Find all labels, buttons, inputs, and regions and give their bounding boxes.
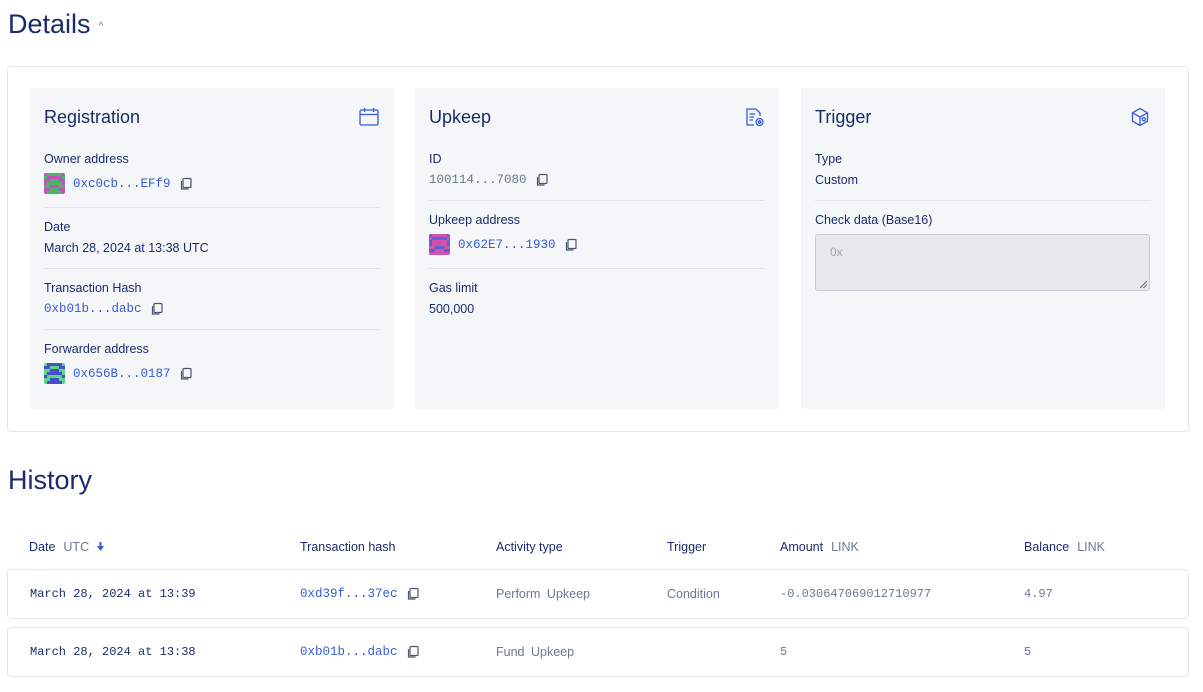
details-title: Details: [8, 9, 91, 39]
transaction-hash-link[interactable]: 0xb01b...dabc: [44, 302, 142, 316]
details-section-header[interactable]: Details ^: [8, 9, 103, 40]
owner-avatar: [44, 173, 65, 194]
column-date-unit: UTC: [63, 540, 90, 554]
copy-icon[interactable]: [179, 367, 193, 381]
check-data-textarea[interactable]: 0x: [815, 234, 1150, 291]
row-hash-cell: 0xd39f...37ec: [300, 570, 420, 618]
forwarder-address-link[interactable]: 0x656B...0187: [73, 367, 171, 381]
column-transaction-hash: Transaction hash: [300, 540, 395, 554]
row-hash-cell: 0xb01b...dabc: [300, 628, 420, 676]
column-trigger: Trigger: [667, 540, 706, 554]
upkeep-title: Upkeep: [429, 106, 492, 127]
upkeep-id-value: 100114...7080: [429, 173, 527, 187]
row-activity-type: Fund Upkeep: [496, 645, 575, 659]
resize-handle-icon[interactable]: [1139, 280, 1147, 288]
check-data-field: Check data (Base16) 0x: [815, 201, 1151, 304]
history-title: History: [8, 465, 93, 495]
row-balance: 4.97: [1024, 587, 1053, 601]
table-row: March 28, 2024 at 13:38 0xb01b...dabc Fu…: [7, 627, 1189, 677]
column-trigger-label: Trigger: [667, 540, 707, 554]
upkeep-address-label: Upkeep address: [429, 213, 521, 227]
column-activity-type-label: Activity type: [496, 540, 563, 554]
calendar-icon: [358, 106, 380, 128]
column-activity-type: Activity type: [496, 540, 563, 554]
row-date: March 28, 2024 at 13:39: [30, 587, 196, 601]
trigger-title: Trigger: [815, 106, 872, 127]
column-date-label: Date: [29, 540, 56, 554]
registration-card: Registration Owner address 0xc0cb...EFf9…: [30, 88, 394, 409]
upkeep-avatar: [429, 234, 450, 255]
chevron-up-icon[interactable]: ^: [99, 21, 104, 32]
column-amount-unit: LINK: [831, 540, 859, 554]
upkeep-id-field: ID 100114...7080: [429, 140, 765, 201]
sort-descending-icon[interactable]: [97, 541, 105, 553]
trigger-type-value: Custom: [815, 173, 859, 187]
gas-limit-value: 500,000: [429, 302, 475, 316]
copy-icon[interactable]: [150, 302, 164, 316]
owner-address-link[interactable]: 0xc0cb...EFf9: [73, 177, 171, 191]
check-data-label: Check data (Base16): [815, 213, 933, 227]
document-settings-icon: [743, 106, 765, 128]
trigger-type-label: Type: [815, 152, 843, 166]
upkeep-address-link[interactable]: 0x62E7...1930: [458, 238, 556, 252]
transaction-hash-field: Transaction Hash 0xb01b...dabc: [44, 269, 380, 330]
check-data-placeholder: 0x: [830, 245, 843, 259]
row-trigger: Condition: [667, 587, 720, 601]
gas-limit-label: Gas limit: [429, 281, 478, 295]
transaction-hash-label: Transaction Hash: [44, 281, 142, 295]
row-date: March 28, 2024 at 13:38: [30, 645, 196, 659]
owner-address-label: Owner address: [44, 152, 129, 166]
column-balance: Balance LINK: [1024, 540, 1105, 554]
row-balance: 5: [1024, 645, 1032, 659]
gas-limit-field: Gas limit 500,000: [429, 269, 765, 329]
trigger-card: Trigger Type Custom Check data (Base16) …: [801, 88, 1165, 409]
column-balance-unit: LINK: [1077, 540, 1105, 554]
copy-icon[interactable]: [406, 587, 420, 601]
owner-address-field: Owner address 0xc0cb...EFf9: [44, 140, 380, 208]
details-panel: Registration Owner address 0xc0cb...EFf9…: [7, 66, 1189, 432]
history-table-header: Date UTC Transaction hash Activity type …: [7, 528, 1189, 566]
row-amount: -0.030647069012710977: [780, 587, 932, 601]
column-amount: Amount LINK: [780, 540, 859, 554]
forwarder-avatar: [44, 363, 65, 384]
upkeep-address-field: Upkeep address 0x62E7...1930: [429, 201, 765, 269]
copy-icon[interactable]: [564, 238, 578, 252]
copy-icon[interactable]: [406, 645, 420, 659]
row-hash-link[interactable]: 0xd39f...37ec: [300, 587, 398, 601]
column-amount-label: Amount: [780, 540, 824, 554]
forwarder-address-field: Forwarder address 0x656B...0187: [44, 330, 380, 397]
date-field: Date March 28, 2024 at 13:38 UTC: [44, 208, 380, 269]
copy-icon[interactable]: [535, 173, 549, 187]
date-label: Date: [44, 220, 71, 234]
forwarder-address-label: Forwarder address: [44, 342, 149, 356]
upkeep-card: Upkeep ID 100114...7080 Upkeep address 0…: [415, 88, 779, 409]
column-balance-label: Balance: [1024, 540, 1070, 554]
column-transaction-hash-label: Transaction hash: [300, 540, 396, 554]
registration-title: Registration: [44, 106, 141, 127]
row-amount: 5: [780, 645, 788, 659]
trigger-type-field: Type Custom: [815, 140, 1151, 201]
row-hash-link[interactable]: 0xb01b...dabc: [300, 645, 398, 659]
upkeep-id-label: ID: [429, 152, 442, 166]
cube-icon: [1129, 106, 1151, 128]
column-date[interactable]: Date UTC: [29, 540, 105, 554]
table-row: March 28, 2024 at 13:39 0xd39f...37ec Pe…: [7, 569, 1189, 619]
date-value: March 28, 2024 at 13:38 UTC: [44, 241, 209, 255]
copy-icon[interactable]: [179, 177, 193, 191]
row-activity-type: Perform Upkeep: [496, 587, 591, 601]
